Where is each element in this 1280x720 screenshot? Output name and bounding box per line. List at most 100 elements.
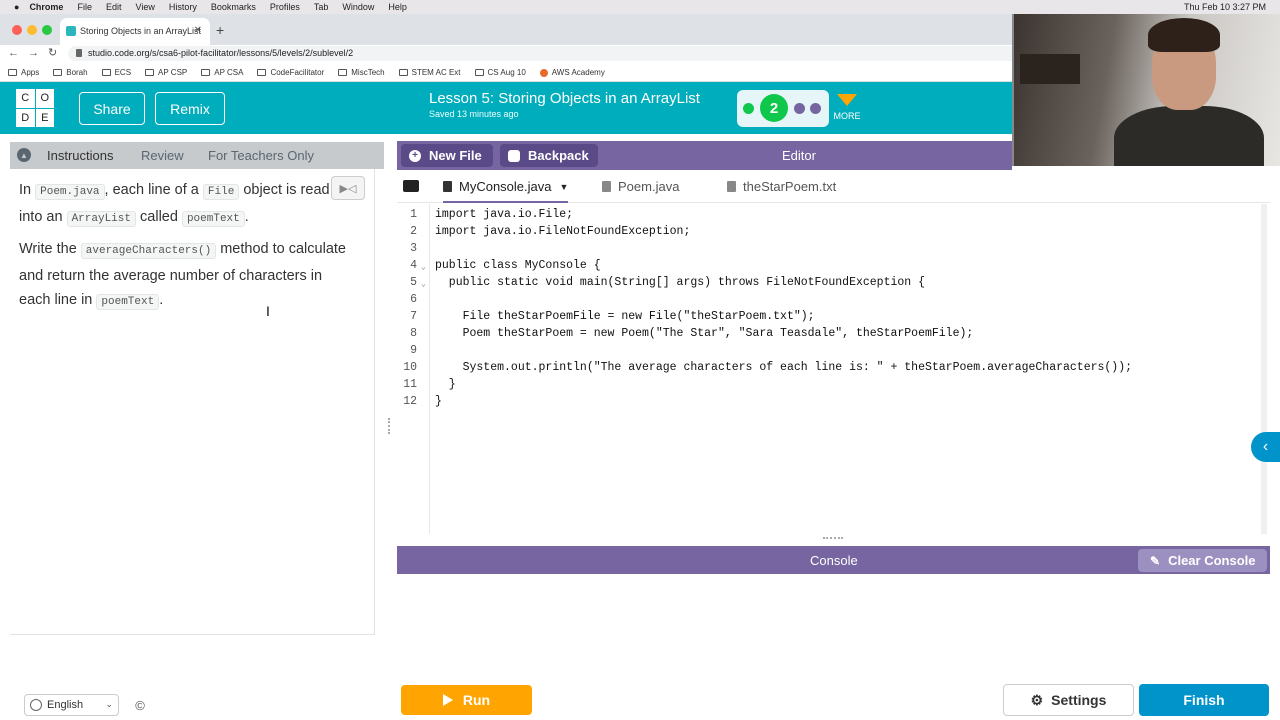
level-dot-next[interactable] bbox=[794, 103, 805, 114]
level-dot-completed[interactable] bbox=[743, 103, 754, 114]
code-line: public static void main(String[] args) t… bbox=[435, 276, 925, 289]
caret-down-icon[interactable]: ▼ bbox=[560, 182, 569, 192]
code-line: File theStarPoemFile = new File("theStar… bbox=[435, 310, 815, 323]
menu-file[interactable]: File bbox=[77, 2, 92, 12]
aws-icon bbox=[539, 68, 548, 77]
menu-tab[interactable]: Tab bbox=[314, 2, 329, 12]
editor-title: Editor bbox=[782, 148, 816, 163]
code-line: import java.io.FileNotFoundException; bbox=[435, 225, 691, 238]
editor-scrollbar[interactable] bbox=[1261, 204, 1267, 534]
chevron-left-icon[interactable]: ‹ bbox=[1251, 432, 1280, 462]
bookmark-stem-ac-ext[interactable]: STEM AC Ext bbox=[398, 68, 461, 77]
code-line: System.out.println("The average characte… bbox=[435, 361, 1133, 374]
file-tab-poem[interactable]: Poem.java bbox=[602, 179, 679, 194]
line-number: 6 bbox=[410, 293, 417, 306]
close-tab-icon[interactable]: ✕ bbox=[194, 25, 202, 36]
folder-icon bbox=[145, 69, 155, 76]
menu-app-name[interactable]: Chrome bbox=[29, 2, 63, 12]
instructions-tab-bar: ▲ Instructions Review For Teachers Only bbox=[10, 142, 384, 172]
menu-help[interactable]: Help bbox=[388, 2, 407, 12]
more-button[interactable]: MORE bbox=[833, 94, 861, 121]
back-icon[interactable]: ← bbox=[8, 47, 28, 59]
forward-icon[interactable]: → bbox=[28, 47, 48, 59]
mac-menu-bar: ● Chrome File Edit View History Bookmark… bbox=[0, 0, 1280, 14]
language-select[interactable]: English ⌄ bbox=[24, 694, 119, 716]
browser-tab[interactable]: Storing Objects in an ArrayList ✕ bbox=[60, 18, 210, 45]
editor-console-resize-handle[interactable] bbox=[823, 537, 843, 542]
menu-history[interactable]: History bbox=[169, 2, 197, 12]
line-number: 1 bbox=[410, 208, 417, 221]
window-zoom-icon[interactable] bbox=[42, 25, 52, 35]
run-button[interactable]: Run bbox=[401, 685, 532, 715]
code-file: File bbox=[202, 184, 240, 200]
finish-button[interactable]: Finish bbox=[1139, 684, 1269, 716]
copyright-icon[interactable]: © bbox=[131, 696, 149, 714]
line-number: 3 bbox=[410, 242, 417, 255]
code-arraylist: ArrayList bbox=[66, 210, 136, 227]
line-number: 9 bbox=[410, 344, 417, 357]
bookmark-cs-aug-10[interactable]: CS Aug 10 bbox=[474, 68, 526, 77]
code-org-logo[interactable]: C O D E bbox=[16, 89, 54, 127]
line-number: 10 bbox=[403, 361, 417, 374]
bookmark-borah[interactable]: Borah bbox=[53, 68, 88, 77]
play-icon bbox=[442, 694, 453, 706]
fold-chevron-icon[interactable]: ⌄ bbox=[421, 262, 426, 272]
window-close-icon[interactable] bbox=[12, 25, 22, 35]
current-level-bubble[interactable]: 2 bbox=[760, 94, 788, 122]
bookmark-aws-academy[interactable]: AWS Academy bbox=[539, 68, 605, 77]
file-tab-thestarpoem[interactable]: theStarPoem.txt bbox=[727, 179, 836, 194]
new-file-button[interactable]: + New File bbox=[401, 144, 493, 167]
bookmark-codefacilitator[interactable]: CodeFacilitator bbox=[257, 68, 324, 77]
code-org-favicon-icon bbox=[66, 26, 76, 36]
level-progress: 2 bbox=[737, 90, 829, 127]
reload-icon[interactable]: ↻ bbox=[48, 47, 66, 59]
code-poemtext: poemText bbox=[181, 210, 245, 227]
menu-window[interactable]: Window bbox=[342, 2, 374, 12]
fold-chevron-icon[interactable]: ⌄ bbox=[421, 279, 426, 289]
backpack-button[interactable]: Backpack bbox=[500, 144, 598, 167]
collapse-instructions-icon[interactable]: ▲ bbox=[17, 148, 31, 162]
plus-icon: + bbox=[409, 149, 421, 162]
level-dot-next[interactable] bbox=[810, 103, 821, 114]
line-number: 12 bbox=[403, 395, 417, 408]
code-line: import java.io.File; bbox=[435, 208, 574, 221]
window-minimize-icon[interactable] bbox=[27, 25, 37, 35]
bookmark-ap-csa[interactable]: AP CSA bbox=[201, 68, 243, 77]
file-tab-myconsole[interactable]: MyConsole.java ▼ bbox=[443, 179, 569, 203]
lock-icon bbox=[76, 49, 82, 57]
pane-resize-handle[interactable] bbox=[388, 418, 392, 434]
console-title: Console bbox=[810, 553, 858, 568]
tab-instructions[interactable]: Instructions bbox=[47, 148, 114, 172]
apple-icon[interactable]: ● bbox=[14, 2, 19, 12]
clear-console-button[interactable]: ✎ Clear Console bbox=[1138, 549, 1267, 572]
settings-button[interactable]: ⚙ Settings bbox=[1003, 684, 1134, 716]
menu-bookmarks[interactable]: Bookmarks bbox=[211, 2, 256, 12]
remix-button[interactable]: Remix bbox=[155, 92, 225, 125]
console-output[interactable] bbox=[397, 574, 1270, 680]
menu-view[interactable]: View bbox=[135, 2, 154, 12]
code-editor[interactable]: 1 2 3 4 ⌄ 5 ⌄ 6 7 8 9 10 11 12 import java.io.File; im… bbox=[397, 204, 1267, 534]
menu-edit[interactable]: Edit bbox=[106, 2, 122, 12]
address-bar[interactable]: studio.code.org/s/csa6-pilot-facilitator… bbox=[68, 46, 1018, 61]
bookmark-ecs[interactable]: ECS bbox=[101, 68, 131, 77]
line-number: 11 bbox=[403, 378, 417, 391]
new-tab-icon[interactable]: + bbox=[216, 22, 224, 38]
bookmark-misctech[interactable]: MiscTech bbox=[338, 68, 385, 77]
chevron-down-icon bbox=[837, 94, 857, 106]
code-poemtext: poemText bbox=[96, 294, 160, 310]
saved-status: Saved 13 minutes ago bbox=[429, 109, 519, 119]
bookmark-ap-csp[interactable]: AP CSP bbox=[145, 68, 187, 77]
text-to-speech-icon[interactable]: ▶◁ bbox=[331, 176, 365, 200]
gear-icon: ⚙ bbox=[1030, 691, 1044, 708]
tab-review[interactable]: Review bbox=[141, 148, 184, 163]
folder-icon bbox=[398, 69, 408, 76]
tab-for-teachers-only[interactable]: For Teachers Only bbox=[208, 148, 314, 163]
folder-icon bbox=[201, 69, 211, 76]
share-button[interactable]: Share bbox=[79, 92, 145, 125]
bookmark-apps[interactable]: Apps bbox=[8, 68, 39, 77]
chevron-down-icon: ⌄ bbox=[105, 699, 113, 709]
folder-icon[interactable] bbox=[403, 180, 419, 192]
code-line: Poem theStarPoem = new Poem("The Star", … bbox=[435, 327, 974, 340]
eraser-icon: ✎ bbox=[1150, 553, 1161, 568]
menu-profiles[interactable]: Profiles bbox=[270, 2, 300, 12]
